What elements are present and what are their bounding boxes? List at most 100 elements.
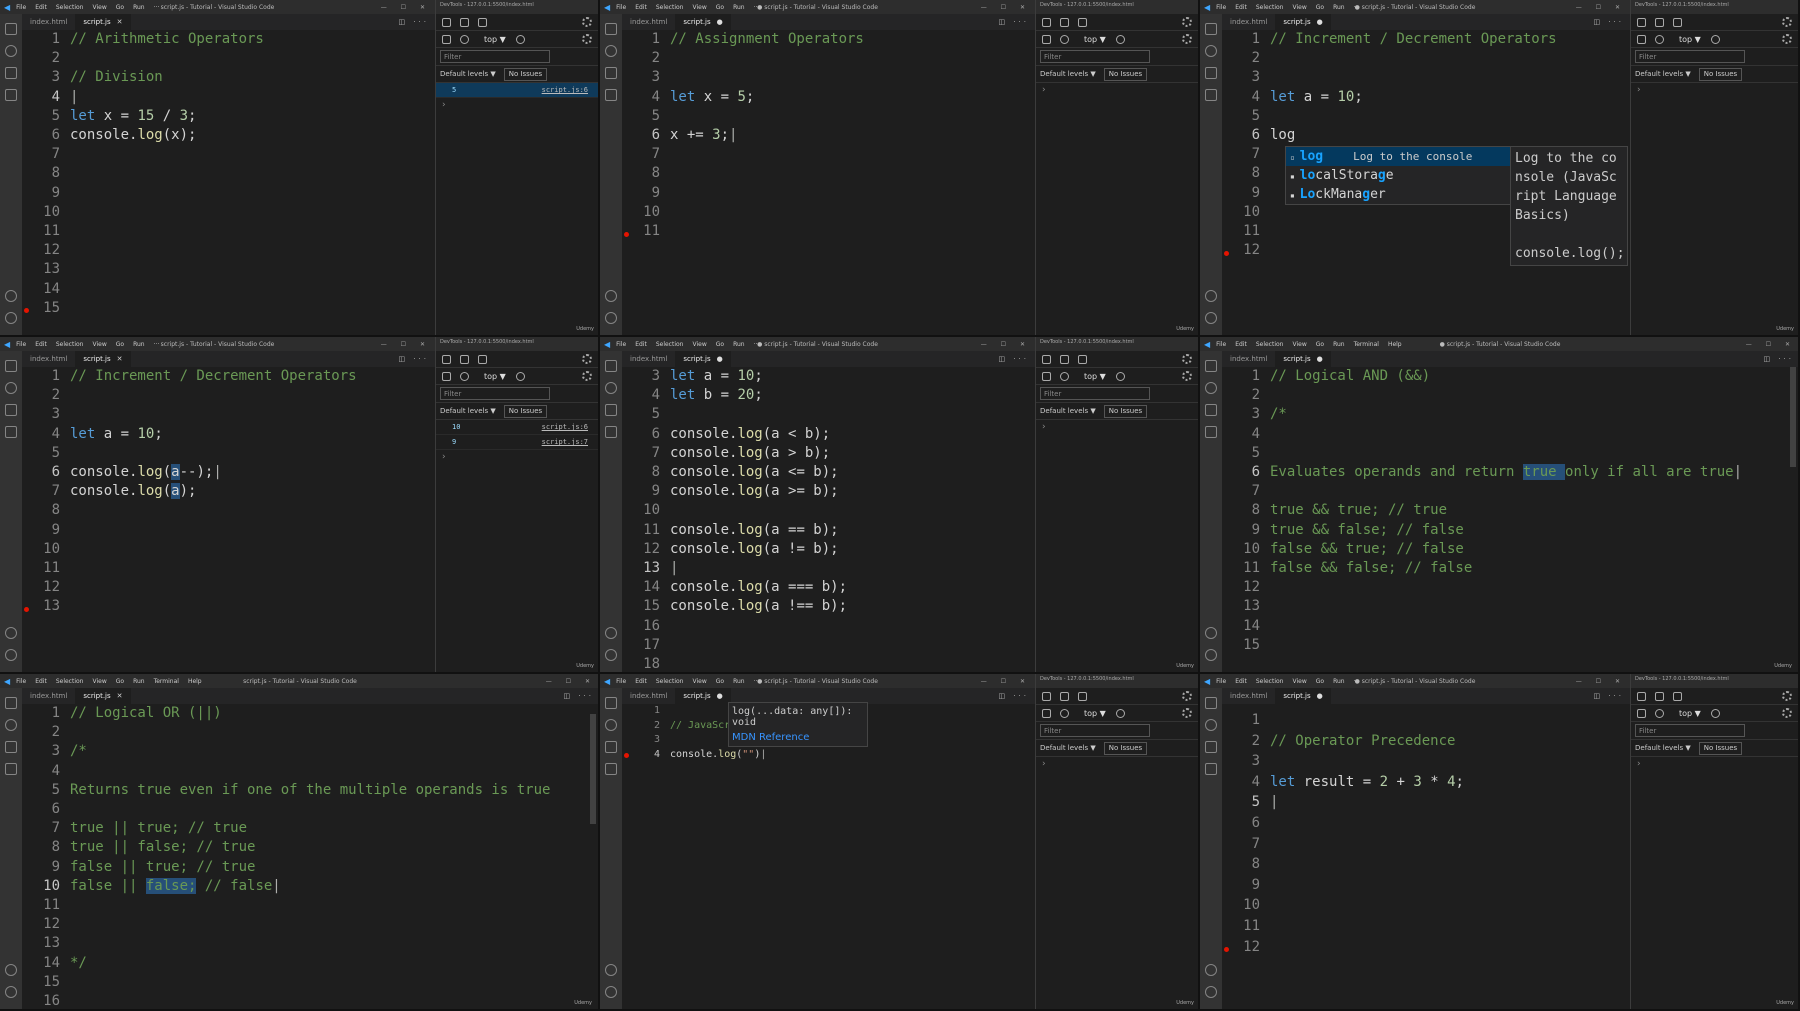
- console-prompt-icon[interactable]: ›: [1631, 83, 1798, 98]
- code-line[interactable]: 5: [22, 444, 435, 463]
- code-line[interactable]: 18: [622, 655, 1035, 672]
- extensions-icon[interactable]: [605, 89, 617, 101]
- code-line[interactable]: 8 true && true; // true: [1222, 501, 1798, 520]
- extensions-icon[interactable]: [5, 426, 17, 438]
- log-levels-dropdown[interactable]: Default levels ▼: [1635, 744, 1691, 752]
- code-editor[interactable]: 1 // Logical OR (||) 2 3 /* 4 5 Returns true ev…: [22, 704, 598, 1009]
- menu-item-go[interactable]: Go: [1316, 4, 1324, 11]
- menu-item-selection[interactable]: Selection: [1256, 341, 1284, 348]
- console-settings-icon[interactable]: [582, 34, 592, 44]
- menu-item-selection[interactable]: Selection: [56, 4, 84, 11]
- device-toggle-icon[interactable]: [460, 354, 469, 364]
- context-select[interactable]: top ▼: [480, 372, 510, 381]
- inspect-icon[interactable]: [442, 17, 451, 27]
- menu-item-view[interactable]: View: [692, 4, 706, 11]
- devtools-settings-icon[interactable]: [1182, 354, 1192, 364]
- code-line[interactable]: 3 /*: [1222, 405, 1798, 424]
- manage-gear-icon[interactable]: [5, 312, 17, 324]
- window-controls[interactable]: — ☐ ✕: [981, 4, 1031, 11]
- menu-item-run[interactable]: Run: [1333, 4, 1345, 11]
- explorer-icon[interactable]: [605, 23, 617, 35]
- breakpoint-dot-icon[interactable]: [1224, 250, 1229, 256]
- code-line[interactable]: 2: [22, 723, 598, 742]
- device-toggle-icon[interactable]: [1655, 691, 1664, 701]
- console-filter-input[interactable]: Filter: [1040, 50, 1150, 63]
- context-select[interactable]: top ▼: [1080, 709, 1110, 718]
- clear-console-icon[interactable]: [1060, 371, 1069, 381]
- console-filter-input[interactable]: Filter: [1635, 724, 1745, 737]
- close-tab-icon[interactable]: ✕: [117, 355, 123, 363]
- issues-button[interactable]: No Issues: [1698, 67, 1743, 81]
- menu-item-go[interactable]: Go: [1316, 341, 1324, 348]
- code-line[interactable]: 12: [22, 241, 435, 260]
- menu-item-selection[interactable]: Selection: [56, 341, 84, 348]
- code-line[interactable]: 4: [22, 762, 598, 781]
- account-icon[interactable]: [605, 964, 617, 976]
- explorer-icon[interactable]: [5, 360, 17, 372]
- menu-item-moremoremore[interactable]: ···: [154, 341, 160, 348]
- code-line[interactable]: 4 |: [22, 88, 435, 107]
- issues-button[interactable]: No Issues: [1103, 67, 1148, 81]
- clear-console-icon[interactable]: [460, 371, 469, 381]
- menu-item-edit[interactable]: Edit: [35, 678, 47, 685]
- context-select[interactable]: top ▼: [1675, 35, 1705, 44]
- account-icon[interactable]: [1205, 964, 1217, 976]
- menu-item-view[interactable]: View: [92, 341, 106, 348]
- manage-gear-icon[interactable]: [5, 649, 17, 661]
- code-line[interactable]: 6 console.log(a < b);: [622, 425, 1035, 444]
- code-line[interactable]: 11 console.log(a == b);: [622, 521, 1035, 540]
- search-icon[interactable]: [1205, 382, 1217, 394]
- source-control-icon[interactable]: [1205, 741, 1217, 753]
- inspect-icon[interactable]: [1042, 691, 1051, 701]
- menu-item-selection[interactable]: Selection: [656, 678, 684, 685]
- code-line[interactable]: 13: [22, 260, 435, 279]
- unsaved-dot-icon[interactable]: ●: [717, 692, 723, 700]
- unsaved-dot-icon[interactable]: ●: [1317, 692, 1323, 700]
- menu-item-file[interactable]: File: [16, 678, 26, 685]
- code-line[interactable]: 7: [622, 145, 1035, 164]
- code-line[interactable]: 8 true || false; // true: [22, 838, 598, 857]
- code-line[interactable]: 5: [622, 405, 1035, 424]
- menu-item-terminal[interactable]: Terminal: [154, 678, 179, 685]
- code-line[interactable]: 6: [1222, 813, 1630, 834]
- inspect-icon[interactable]: [1042, 354, 1051, 364]
- menu-item-go[interactable]: Go: [116, 341, 124, 348]
- code-line[interactable]: 7: [1222, 482, 1798, 501]
- issues-button[interactable]: No Issues: [1698, 741, 1743, 755]
- inspect-icon[interactable]: [1042, 17, 1051, 27]
- tab-script-js[interactable]: script.js ●: [1275, 14, 1331, 30]
- menu-item-run[interactable]: Run: [133, 341, 145, 348]
- code-line[interactable]: 11: [1222, 916, 1630, 937]
- code-line[interactable]: 2: [22, 49, 435, 68]
- menu-item-view[interactable]: View: [92, 4, 106, 11]
- editor-scrollbar[interactable]: [1790, 367, 1796, 467]
- console-filter-input[interactable]: Filter: [1040, 387, 1150, 400]
- editor-actions-icon[interactable]: ◫ ···: [1593, 692, 1624, 700]
- clear-console-icon[interactable]: [460, 34, 469, 44]
- menu-item-edit[interactable]: Edit: [35, 341, 47, 348]
- console-settings-icon[interactable]: [1182, 34, 1192, 44]
- code-line[interactable]: 15: [22, 299, 435, 318]
- source-control-icon[interactable]: [605, 741, 617, 753]
- code-line[interactable]: 4: [1222, 425, 1798, 444]
- code-line[interactable]: 8: [22, 164, 435, 183]
- console-prompt-icon[interactable]: ›: [1036, 420, 1198, 435]
- menu-item-selection[interactable]: Selection: [656, 341, 684, 348]
- editor-actions-icon[interactable]: ◫ ···: [398, 18, 429, 26]
- code-editor[interactable]: 3 let a = 10; 4 let b = 20; 5 6 console.log(a …: [622, 363, 1035, 672]
- extensions-icon[interactable]: [1205, 89, 1217, 101]
- code-line[interactable]: 10: [622, 203, 1035, 222]
- code-line[interactable]: 14: [1222, 617, 1798, 636]
- device-toggle-icon[interactable]: [460, 17, 469, 27]
- explorer-icon[interactable]: [605, 360, 617, 372]
- menu-item-file[interactable]: File: [16, 341, 26, 348]
- menu-item-view[interactable]: View: [1292, 341, 1306, 348]
- account-icon[interactable]: [1205, 290, 1217, 302]
- tab-script-js[interactable]: script.js ✕: [75, 688, 131, 704]
- code-line[interactable]: 16: [622, 617, 1035, 636]
- inspect-icon[interactable]: [1637, 691, 1646, 701]
- live-expression-eye-icon[interactable]: [515, 371, 525, 381]
- breakpoint-dot-icon[interactable]: [1224, 946, 1229, 952]
- sidebar-toggle-icon[interactable]: [1042, 34, 1051, 44]
- editor-actions-icon[interactable]: ◫ ···: [1593, 18, 1624, 26]
